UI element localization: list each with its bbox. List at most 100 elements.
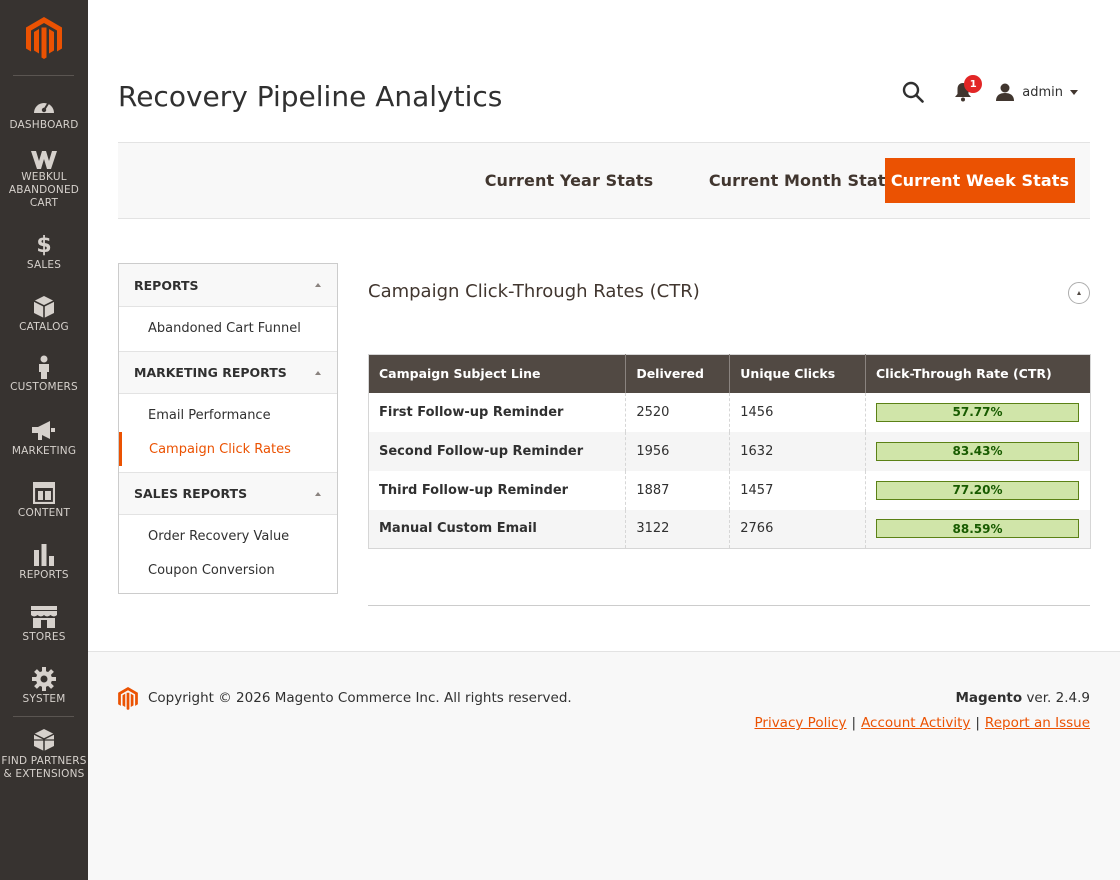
table-row: Manual Custom Email 3122 2766 88.59% bbox=[368, 509, 1091, 549]
nav-label: CONTENT bbox=[17, 507, 71, 519]
magento-version: Magento ver. 2.4.9 bbox=[955, 690, 1090, 706]
blocks-icon bbox=[31, 728, 57, 754]
coupon-conversion-link[interactable]: Coupon Conversion bbox=[119, 553, 337, 587]
campaign-subject-cell: First Follow-up Reminder bbox=[368, 392, 627, 432]
page-title: Recovery Pipeline Analytics bbox=[118, 80, 503, 113]
order-recovery-value-link[interactable]: Order Recovery Value bbox=[119, 519, 337, 553]
current-month-stats-button[interactable]: Current Month Stats bbox=[706, 158, 898, 203]
section-header-label: SALES REPORTS bbox=[134, 486, 248, 501]
magento-logo-icon bbox=[26, 17, 62, 59]
email-performance-link[interactable]: Email Performance bbox=[119, 398, 337, 432]
nav-webkul-abandoned-cart[interactable]: WEBKUL ABANDONED CART bbox=[0, 148, 88, 210]
ctr-cell: 57.77% bbox=[866, 393, 1091, 432]
nav-label: REPORTS bbox=[19, 569, 69, 581]
campaign-subject-cell: Third Follow-up Reminder bbox=[368, 470, 627, 510]
table-row: Second Follow-up Reminder 1956 1632 83.4… bbox=[368, 431, 1091, 471]
chevron-down-icon bbox=[1070, 89, 1078, 95]
box-icon bbox=[31, 294, 57, 320]
content-divider bbox=[368, 605, 1090, 606]
nav-customers[interactable]: CUSTOMERS bbox=[0, 352, 88, 414]
header-actions: 1 admin bbox=[899, 75, 1078, 106]
unique-clicks-cell: 1632 bbox=[729, 431, 866, 471]
nav-content[interactable]: CONTENT bbox=[0, 478, 88, 540]
section-header-label: MARKETING REPORTS bbox=[134, 365, 287, 380]
campaign-click-rates-link[interactable]: Campaign Click Rates bbox=[119, 432, 337, 466]
delivered-cell: 1887 bbox=[625, 470, 731, 510]
privacy-policy-link[interactable]: Privacy Policy bbox=[754, 715, 846, 731]
magento-logo-icon bbox=[118, 687, 138, 710]
campaign-subject-cell: Second Follow-up Reminder bbox=[368, 431, 627, 471]
section-header-label: REPORTS bbox=[134, 277, 199, 293]
bar-chart-icon bbox=[31, 542, 57, 568]
link-separator: | bbox=[975, 715, 980, 731]
marketing-reports-section-header[interactable]: MARKETING REPORTS bbox=[119, 351, 337, 394]
current-year-stats-button[interactable]: Current Year Stats bbox=[482, 158, 656, 203]
chevron-up-icon bbox=[1077, 291, 1081, 295]
nav-dashboard[interactable]: DASHBOARD bbox=[0, 90, 88, 152]
user-icon bbox=[996, 83, 1015, 101]
reports-section-header[interactable]: REPORTS bbox=[119, 264, 337, 307]
account-activity-link[interactable]: Account Activity bbox=[861, 715, 970, 731]
gear-icon bbox=[31, 666, 57, 692]
campaign-subject-cell: Manual Custom Email bbox=[368, 509, 627, 549]
section-title: Campaign Click-Through Rates (CTR) bbox=[368, 281, 700, 302]
nav-sales[interactable]: $ SALES bbox=[0, 230, 88, 292]
nav-label: STORES bbox=[22, 631, 66, 643]
nav-marketing[interactable]: MARKETING bbox=[0, 416, 88, 478]
sidebar-divider bbox=[13, 716, 74, 717]
admin-username: admin bbox=[1022, 84, 1063, 100]
unique-clicks-cell: 1457 bbox=[729, 470, 866, 510]
sidebar-divider bbox=[13, 75, 74, 76]
column-header[interactable]: Click-Through Rate (CTR) bbox=[865, 354, 1091, 393]
collapse-arrow-icon bbox=[315, 371, 321, 375]
unique-clicks-cell: 1456 bbox=[729, 392, 866, 432]
dollar-icon: $ bbox=[36, 232, 52, 258]
nav-stores[interactable]: STORES bbox=[0, 602, 88, 664]
ctr-cell: 77.20% bbox=[866, 471, 1091, 510]
notifications-button[interactable]: 1 bbox=[949, 75, 983, 106]
link-separator: | bbox=[851, 715, 857, 731]
current-week-stats-button[interactable]: Current Week Stats bbox=[885, 158, 1075, 203]
search-icon bbox=[903, 81, 925, 103]
nav-label: FIND PARTNERS & EXTENSIONS bbox=[1, 755, 87, 780]
nav-reports[interactable]: REPORTS bbox=[0, 540, 88, 602]
abandoned-cart-funnel-link[interactable]: Abandoned Cart Funnel bbox=[119, 311, 337, 345]
ctr-cell: 83.43% bbox=[865, 431, 1091, 471]
column-header[interactable]: Campaign Subject Line bbox=[368, 354, 627, 393]
person-icon bbox=[31, 354, 57, 380]
delivered-cell: 3122 bbox=[625, 509, 731, 549]
magento-logo[interactable] bbox=[0, 0, 88, 76]
report-issue-link[interactable]: Report an Issue bbox=[985, 715, 1090, 731]
nav-catalog[interactable]: CATALOG bbox=[0, 292, 88, 354]
nav-label: CATALOG bbox=[19, 321, 69, 333]
page-footer: Copyright © 2026 Magento Commerce Inc. A… bbox=[88, 651, 1120, 880]
collapse-section-button[interactable] bbox=[1068, 282, 1090, 304]
search-button[interactable] bbox=[899, 78, 927, 106]
collapse-arrow-icon bbox=[315, 283, 321, 287]
nav-label: SYSTEM bbox=[22, 693, 66, 705]
admin-sidebar: DASHBOARD WEBKUL ABANDONED CART $ SALES … bbox=[0, 0, 88, 880]
ctr-rate-bar: 83.43% bbox=[876, 441, 1079, 461]
nav-label: CUSTOMERS bbox=[10, 381, 78, 393]
copyright-text: Copyright © 2026 Magento Commerce Inc. A… bbox=[148, 690, 572, 706]
admin-user-menu[interactable]: admin bbox=[995, 83, 1078, 101]
main-area: Recovery Pipeline Analytics 1 admin Curr… bbox=[88, 0, 1120, 880]
layout-icon bbox=[31, 480, 57, 506]
column-header[interactable]: Delivered bbox=[625, 354, 731, 393]
webkul-icon bbox=[31, 150, 57, 170]
megaphone-icon bbox=[31, 418, 57, 444]
ctr-table: Campaign Subject Line Delivered Unique C… bbox=[368, 354, 1091, 549]
delivered-cell: 2520 bbox=[625, 392, 731, 432]
delivered-cell: 1956 bbox=[625, 431, 731, 471]
version-text: ver. 2.4.9 bbox=[1022, 690, 1090, 706]
notification-count-badge: 1 bbox=[964, 75, 983, 93]
ctr-rate-bar: 77.20% bbox=[876, 480, 1079, 500]
sales-reports-section-header[interactable]: SALES REPORTS bbox=[119, 472, 337, 515]
column-header[interactable]: Unique Clicks bbox=[729, 354, 866, 393]
magento-footer-logo bbox=[118, 687, 138, 714]
table-header-row: Campaign Subject Line Delivered Unique C… bbox=[368, 354, 1091, 393]
nav-find-partners[interactable]: FIND PARTNERS & EXTENSIONS bbox=[0, 726, 88, 788]
collapse-arrow-icon bbox=[315, 492, 321, 496]
store-icon bbox=[31, 604, 57, 630]
stats-period-bar: Current Year Stats Current Month Stats C… bbox=[118, 142, 1090, 219]
